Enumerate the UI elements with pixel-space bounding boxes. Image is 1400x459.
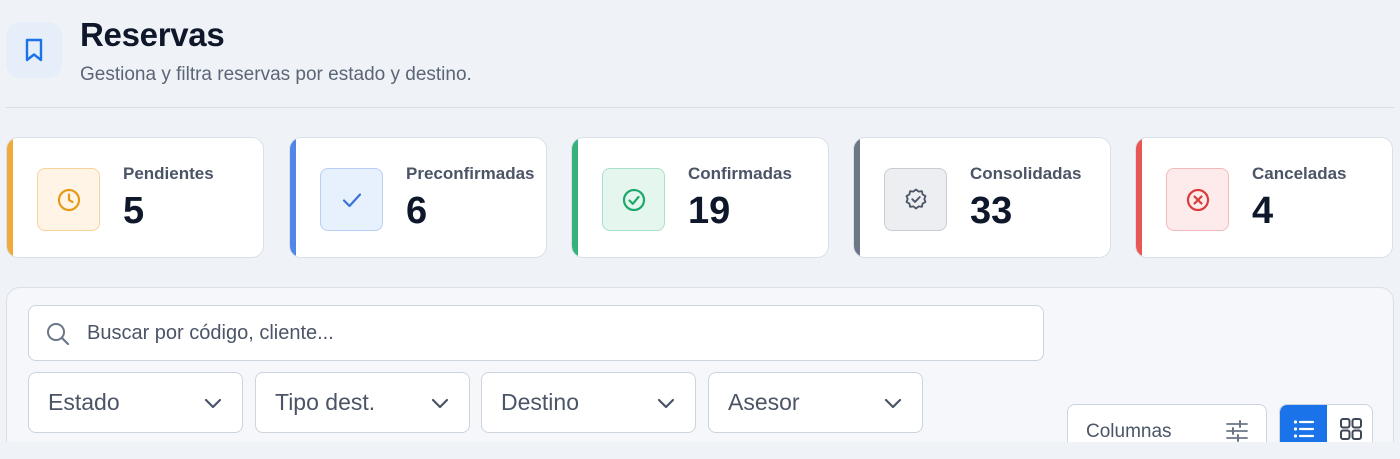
check-circle-icon	[602, 168, 665, 231]
stat-card-pendientes[interactable]: Pendientes 5	[6, 137, 264, 258]
card-accent	[854, 138, 860, 257]
stat-label: Consolidadas	[970, 164, 1082, 183]
chevron-down-icon	[429, 392, 451, 419]
chevron-down-icon	[882, 392, 904, 419]
stat-count: 19	[688, 190, 731, 232]
stat-label: Preconfirmadas	[406, 164, 535, 183]
search-box	[28, 305, 1044, 361]
verified-badge-icon	[884, 168, 947, 231]
reservas-page: Reservas Gestiona y filtra reservas por …	[0, 0, 1400, 459]
stat-card-consolidadas[interactable]: Consolidadas 33	[853, 137, 1111, 258]
page-header: Reservas Gestiona y filtra reservas por …	[6, 14, 1394, 108]
filter-panel: Estado Tipo dest. Destino Asesor Columna…	[6, 287, 1394, 459]
stat-label: Pendientes	[123, 164, 214, 183]
select-value: Tipo dest.	[275, 389, 376, 415]
select-value: Asesor	[728, 389, 800, 415]
card-accent	[290, 138, 296, 257]
asesor-select[interactable]: Asesor	[708, 372, 923, 433]
stat-count: 4	[1252, 190, 1274, 232]
clock-icon	[37, 168, 100, 231]
stat-label: Confirmadas	[688, 164, 792, 183]
card-accent	[1136, 138, 1142, 257]
bookmark-icon	[6, 22, 62, 78]
card-accent	[572, 138, 578, 257]
stat-card-confirmadas[interactable]: Confirmadas 19	[571, 137, 829, 258]
check-icon	[320, 168, 383, 231]
page-title: Reservas	[80, 16, 225, 53]
columns-label: Columnas	[1086, 421, 1172, 442]
stat-count: 33	[970, 190, 1013, 232]
stat-card-canceladas[interactable]: Canceladas 4	[1135, 137, 1393, 258]
stat-count: 6	[406, 190, 428, 232]
page-subtitle: Gestiona y filtra reservas por estado y …	[80, 64, 472, 85]
search-input[interactable]	[87, 306, 1027, 360]
page-bottom-edge	[0, 442, 1400, 459]
destino-select[interactable]: Destino	[481, 372, 696, 433]
estado-select[interactable]: Estado	[28, 372, 243, 433]
chevron-down-icon	[202, 392, 224, 419]
search-icon	[45, 321, 71, 352]
select-value: Destino	[501, 389, 579, 415]
x-circle-icon	[1166, 168, 1229, 231]
chevron-down-icon	[655, 392, 677, 419]
tipo-dest-select[interactable]: Tipo dest.	[255, 372, 470, 433]
stat-label: Canceladas	[1252, 164, 1347, 183]
card-accent	[7, 138, 13, 257]
stat-card-preconfirmadas[interactable]: Preconfirmadas 6	[289, 137, 547, 258]
select-value: Estado	[48, 389, 120, 415]
stat-count: 5	[123, 190, 145, 232]
